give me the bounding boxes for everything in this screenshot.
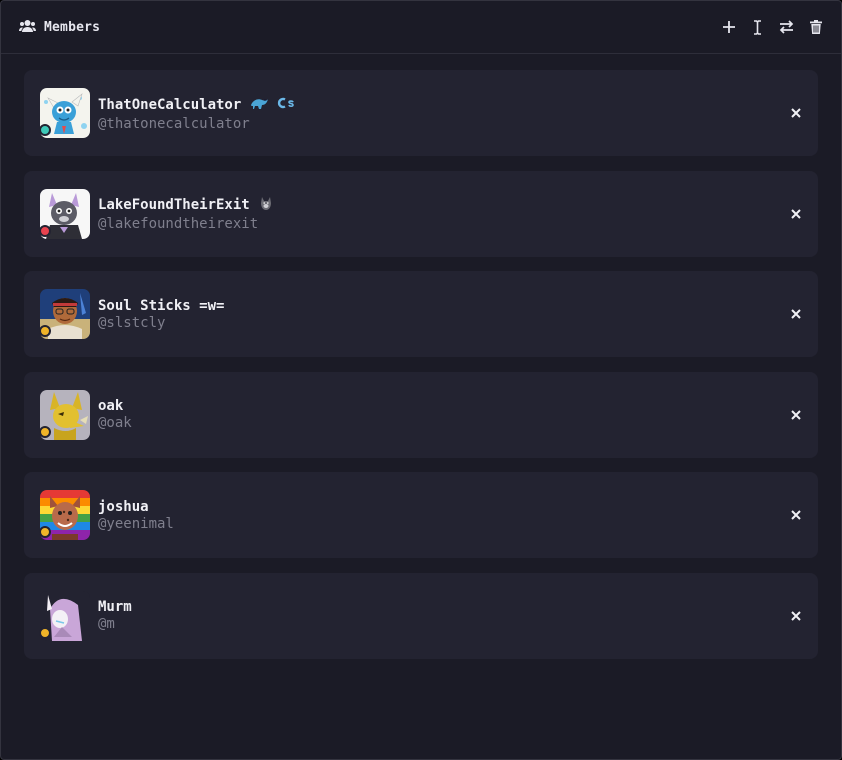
member-card[interactable]: Murm @m [24,572,818,659]
plus-icon [722,21,735,33]
panel-header: Members [1,1,841,54]
remove-member-button[interactable] [788,507,804,523]
member-card[interactable]: ThatOneCalculator @thatonecalculator [24,70,818,156]
remove-member-button[interactable] [788,306,804,322]
close-icon [791,208,801,219]
members-panel: Members ThatOneCalculator @thatonecalcul… [0,0,842,760]
wolf-emoji-icon [258,195,274,215]
member-display-name: oak [98,398,124,414]
users-icon [19,18,36,37]
member-display-name: LakeFoundTheirExit [98,197,250,213]
close-icon [791,409,801,420]
remove-member-button[interactable] [788,608,804,624]
remove-member-button[interactable] [788,206,804,222]
swap-arrows-icon [779,20,794,34]
close-icon [791,610,801,621]
member-card[interactable]: LakeFoundTheirExit @lakefoundtheirexit [24,170,818,257]
close-icon [791,108,801,118]
close-icon [791,510,801,520]
status-indicator [39,526,51,538]
member-handle: @lakefoundtheirexit [98,216,259,232]
transfer-button[interactable] [777,16,796,38]
member-card[interactable]: oak @oak [24,371,818,458]
member-handle: @thatonecalculator [98,115,250,132]
status-indicator [39,124,51,136]
member-card[interactable]: joshua @yeenimal [24,472,818,558]
remove-member-button[interactable] [788,407,804,423]
member-display-name: ThatOneCalculator [98,96,242,113]
member-display-name: Murm [98,599,132,615]
trash-icon [809,20,822,34]
panel-title: Members [44,19,101,35]
remove-member-button[interactable] [788,105,804,121]
member-card[interactable]: Soul Sticks =w= @slstcly [24,271,818,357]
text-cursor-button[interactable] [748,16,767,38]
text-cursor-icon [754,19,761,35]
member-handle: @slstcly [98,314,166,331]
member-handle: @yeenimal [98,515,174,532]
delete-button[interactable] [806,16,825,38]
member-handle: @oak [98,415,132,431]
status-indicator [39,325,51,337]
member-display-name: joshua [98,498,149,515]
status-indicator [39,626,51,639]
member-list: ThatOneCalculator @thatonecalculator Lak… [1,54,841,659]
status-indicator [39,425,51,438]
cs-badge-emoji-icon [277,95,295,114]
member-handle: @m [98,616,115,632]
close-icon [791,309,801,319]
status-indicator [39,224,51,237]
dinosaur-emoji-icon [249,95,269,115]
add-member-button[interactable] [719,16,738,38]
member-display-name: Soul Sticks =w= [98,297,225,314]
